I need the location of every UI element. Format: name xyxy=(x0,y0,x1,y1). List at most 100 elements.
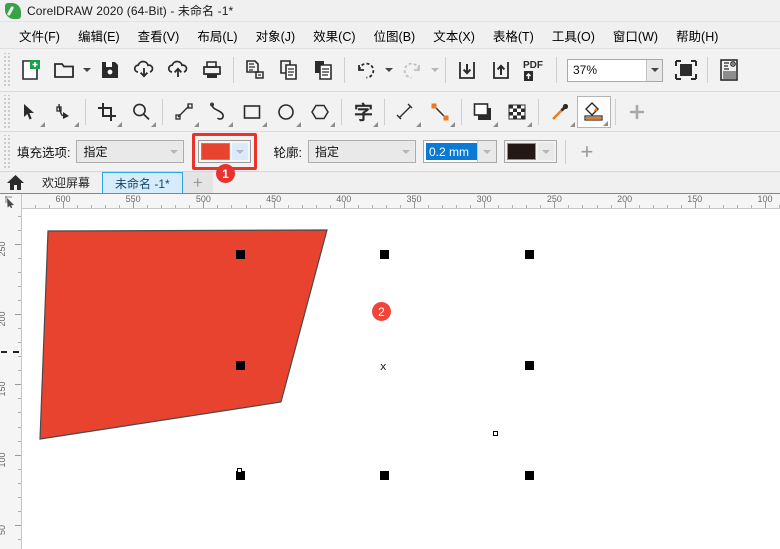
options-icon[interactable] xyxy=(712,53,746,87)
menu-tools[interactable]: 工具(O) xyxy=(543,23,604,48)
ruler-tick-minor xyxy=(18,398,21,400)
outline-width-value[interactable]: 0.2 mm xyxy=(425,143,477,160)
parallel-dimension-tool[interactable] xyxy=(389,96,423,128)
outline-label: 轮廓: xyxy=(273,146,302,160)
freehand-line-tool[interactable] xyxy=(167,96,201,128)
menu-view[interactable]: 查看(V) xyxy=(129,23,189,48)
tab-welcome-screen[interactable]: 欢迎屏幕 xyxy=(30,172,103,193)
undo-dropdown-icon[interactable] xyxy=(383,53,395,87)
add-tab-button[interactable]: + xyxy=(182,172,213,193)
open-folder-icon[interactable] xyxy=(47,53,81,87)
menu-text[interactable]: 文本(X) xyxy=(424,23,484,48)
menu-window[interactable]: 窗口(W) xyxy=(604,23,667,48)
pick-tool[interactable] xyxy=(13,96,47,128)
import-arrow-icon[interactable] xyxy=(450,53,484,87)
zoom-level-combo[interactable] xyxy=(567,58,663,82)
outline-type-value: 指定 xyxy=(314,145,339,159)
fill-color-dropdown-icon[interactable] xyxy=(232,143,249,160)
ruler-tick-minor xyxy=(18,510,21,512)
outline-color-swatch[interactable] xyxy=(506,143,536,160)
toolsbar-grip[interactable] xyxy=(2,94,10,129)
fullscreen-icon[interactable] xyxy=(669,53,703,87)
ruler-tick-minor xyxy=(470,205,472,208)
ruler-label: 150 xyxy=(0,381,7,397)
fill-type-dropdown-icon[interactable] xyxy=(165,141,183,162)
document-tab-bar: 欢迎屏幕 未命名 -1* + xyxy=(0,172,780,194)
shape-node-bottom-left[interactable] xyxy=(237,468,242,473)
selection-handle-bottom-center[interactable] xyxy=(380,471,389,480)
zoom-level-input[interactable] xyxy=(568,59,647,81)
tab-untitled-1[interactable]: 未命名 -1* xyxy=(102,172,183,193)
selection-handle-top-left[interactable] xyxy=(236,250,245,259)
interactive-fill-tool[interactable] xyxy=(577,95,611,128)
export-icon[interactable] xyxy=(161,53,195,87)
tools-toolbar: 字 xyxy=(0,92,780,132)
selection-handle-middle-left[interactable] xyxy=(236,361,245,370)
menu-bitmap[interactable]: 位图(B) xyxy=(365,23,425,48)
menu-help[interactable]: 帮助(H) xyxy=(667,23,727,48)
save-icon[interactable] xyxy=(93,53,127,87)
outline-width-dropdown-icon[interactable] xyxy=(476,141,496,162)
menu-edit[interactable]: 编辑(E) xyxy=(69,23,129,48)
export-arrow-icon[interactable] xyxy=(484,53,518,87)
text-tool[interactable]: 字 xyxy=(346,96,380,128)
menu-object[interactable]: 对象(J) xyxy=(247,23,305,48)
outline-color-dropdown-icon[interactable] xyxy=(537,143,554,160)
fill-color-swatch-combo[interactable] xyxy=(198,140,252,163)
ruler-tick-minor xyxy=(18,468,21,470)
transparency-tool[interactable] xyxy=(500,96,534,128)
print-icon[interactable] xyxy=(195,53,229,87)
menu-effects[interactable]: 效果(C) xyxy=(304,23,364,48)
selection-handle-top-center[interactable] xyxy=(380,250,389,259)
ruler-origin-corner[interactable] xyxy=(0,194,22,209)
outline-width-combo[interactable]: 0.2 mm xyxy=(422,140,497,163)
drop-shadow-tool[interactable] xyxy=(466,96,500,128)
undo-icon[interactable] xyxy=(349,53,383,87)
toolbar-grip[interactable] xyxy=(2,53,10,87)
pdf-export-icon[interactable]: PDF xyxy=(518,53,552,87)
crop-tool[interactable] xyxy=(90,96,124,128)
selection-handle-bottom-right[interactable] xyxy=(525,471,534,480)
open-dropdown-icon[interactable] xyxy=(81,53,93,87)
bezier-curve-tool[interactable] xyxy=(201,96,235,128)
horizontal-ruler[interactable]: 600 550 500 450 400 350 300 250 200 150 100 xyxy=(0,194,780,209)
new-document-icon[interactable] xyxy=(13,53,47,87)
menu-layout[interactable]: 布局(L) xyxy=(188,23,246,48)
copy-icon[interactable] xyxy=(272,53,306,87)
rectangle-tool[interactable] xyxy=(235,96,269,128)
import-icon[interactable] xyxy=(127,53,161,87)
add-property-button[interactable]: + xyxy=(574,139,600,165)
outline-type-combo[interactable]: 指定 xyxy=(307,140,416,163)
zoom-dropdown-icon[interactable] xyxy=(646,59,662,81)
paste-icon[interactable] xyxy=(306,53,340,87)
outline-type-dropdown-icon[interactable] xyxy=(397,141,415,162)
shape-node-bottom-right[interactable] xyxy=(493,431,498,436)
menu-table[interactable]: 表格(T) xyxy=(484,23,543,48)
drawing-canvas[interactable]: x 2 xyxy=(22,209,780,549)
selection-handle-middle-right[interactable] xyxy=(525,361,534,370)
ruler-label: 100 xyxy=(0,452,7,468)
ruler-label: 50 xyxy=(0,524,7,535)
ellipse-tool[interactable] xyxy=(269,96,303,128)
ruler-tick-minor xyxy=(287,205,289,208)
fill-type-combo[interactable]: 指定 xyxy=(76,140,185,163)
zoom-tool[interactable] xyxy=(124,96,158,128)
selected-quadrilateral[interactable] xyxy=(39,229,328,440)
selection-handle-top-right[interactable] xyxy=(525,250,534,259)
color-eyedropper-tool[interactable] xyxy=(543,96,577,128)
outline-color-swatch-combo[interactable] xyxy=(503,140,557,163)
ruler-tick-minor xyxy=(48,205,50,208)
vertical-ruler[interactable]: 250 200 150 100 50 xyxy=(0,209,22,549)
ruler-tick-minor xyxy=(371,205,373,208)
fill-color-swatch[interactable] xyxy=(201,143,231,160)
ruler-tick-minor xyxy=(596,205,598,208)
shape-tool[interactable] xyxy=(47,96,81,128)
home-icon[interactable] xyxy=(0,171,30,193)
ruler-tick-minor xyxy=(526,205,528,208)
propbar-grip[interactable] xyxy=(2,134,10,169)
publish-icon[interactable] xyxy=(238,53,272,87)
menu-file[interactable]: 文件(F) xyxy=(10,23,69,48)
polygon-tool[interactable] xyxy=(303,96,337,128)
straight-line-connector-tool[interactable] xyxy=(423,96,457,128)
add-tool-button[interactable] xyxy=(620,96,654,128)
